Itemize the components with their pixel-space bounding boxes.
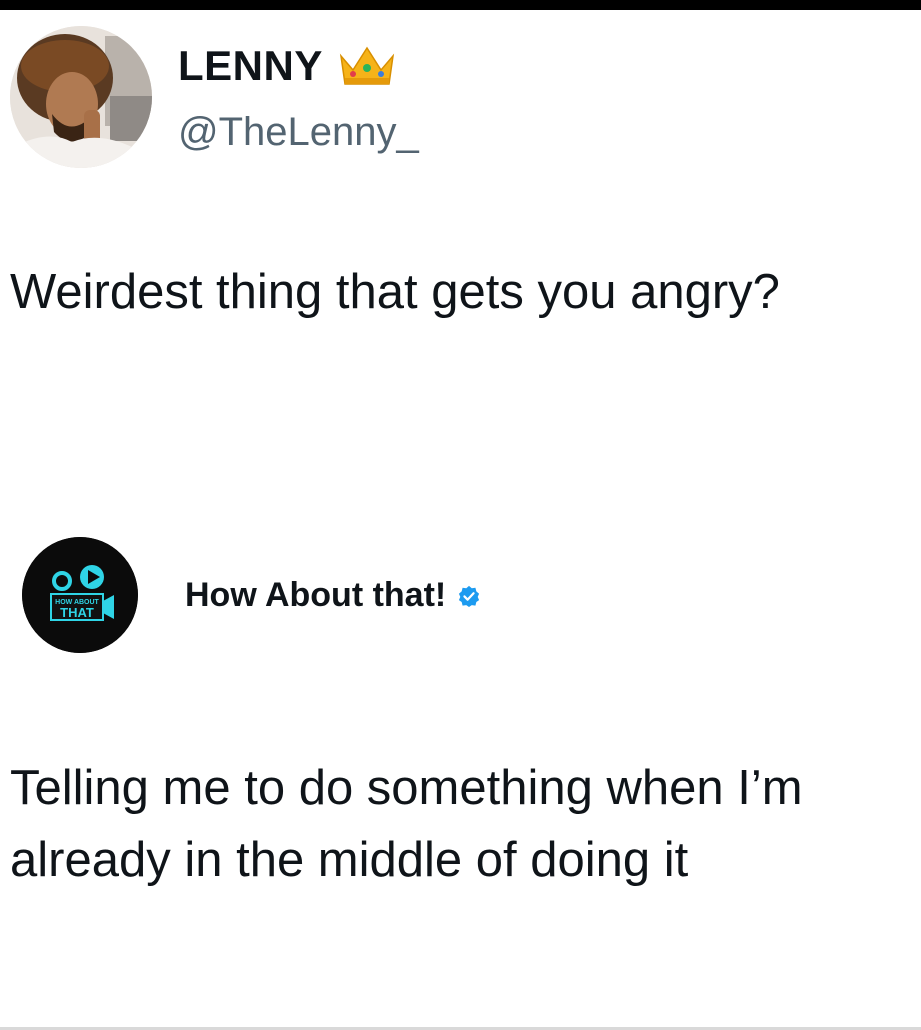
tweet-text: Telling me to do something when I’m alre… bbox=[10, 761, 803, 887]
author-name-row: LENNY bbox=[178, 42, 397, 90]
top-border bbox=[0, 0, 921, 10]
avatar-lenny[interactable] bbox=[10, 26, 152, 168]
author-name[interactable]: LENNY bbox=[178, 42, 323, 90]
avatar-photo bbox=[10, 26, 152, 168]
verified-check-icon bbox=[459, 585, 480, 607]
author-name[interactable]: How About that! bbox=[185, 576, 446, 615]
how-about-that-logo-icon: HOW ABOUT THAT bbox=[22, 537, 138, 653]
crown-icon bbox=[339, 46, 394, 85]
tweet-text: Weirdest thing that gets you angry? bbox=[10, 265, 780, 319]
author-handle[interactable]: @TheLenny_ bbox=[178, 110, 419, 155]
author-name-row: How About that! bbox=[185, 576, 480, 615]
svg-text:THAT: THAT bbox=[60, 605, 94, 620]
avatar-how-about-that[interactable]: HOW ABOUT THAT bbox=[22, 537, 138, 653]
